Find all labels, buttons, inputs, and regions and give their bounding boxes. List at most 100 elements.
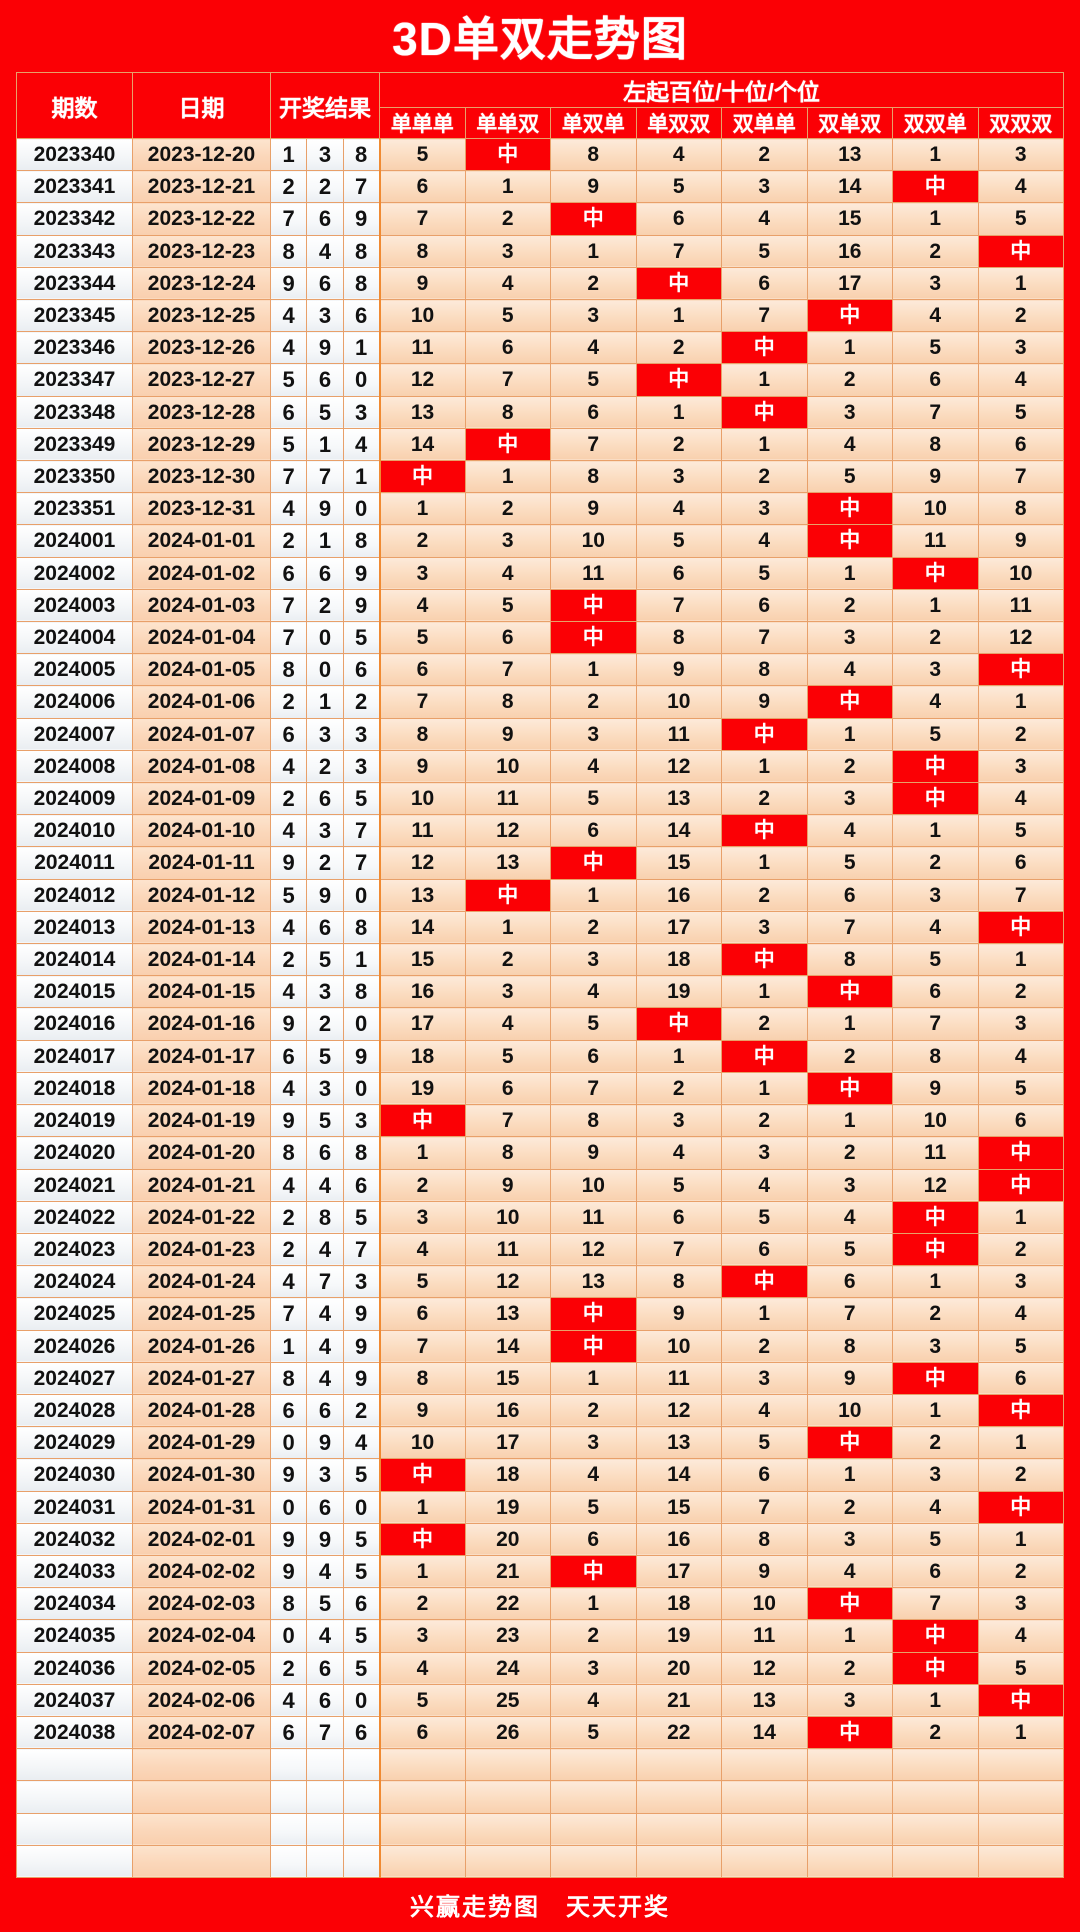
cell-miss-count: 5 <box>977 1329 1064 1363</box>
cell-miss-count: 16 <box>379 975 466 1009</box>
cell-ball-1: 9 <box>306 878 344 912</box>
cell-miss-count: 21 <box>464 1554 551 1589</box>
cell-miss-count: 8 <box>379 717 466 751</box>
cell-miss-count: 6 <box>977 1361 1064 1395</box>
cell-ball-2: 9 <box>342 1297 381 1331</box>
cell-miss-count: 4 <box>721 1168 808 1202</box>
cell-miss-count: 2 <box>892 846 979 880</box>
cell-blank <box>379 1812 466 1846</box>
cell-miss-count: 1 <box>806 556 893 590</box>
cell-ball-0: 0 <box>269 1426 308 1460</box>
cell-miss-count: 13 <box>635 782 722 816</box>
cell-miss-count: 4 <box>379 1232 466 1267</box>
cell-date: 2024-01-03 <box>132 588 271 623</box>
cell-miss-count: 19 <box>379 1071 466 1106</box>
cell-ball-1: 4 <box>306 1168 344 1202</box>
cell-miss-count: 16 <box>635 1522 722 1556</box>
cell-ball-1: 6 <box>306 363 344 397</box>
cell-miss-count: 14 <box>635 814 722 848</box>
cell-issue: 2024032 <box>16 1522 133 1556</box>
cell-ball-0: 2 <box>269 170 308 204</box>
cell-miss-count: 7 <box>379 685 466 719</box>
table-row: 2024038 2024-02-07 6 7 6 6 26 5 22 14 中 2 1 <box>16 1715 1064 1750</box>
cell-hit-marker: 中 <box>721 331 808 365</box>
cell-miss-count: 9 <box>379 749 466 784</box>
column-header-group: 左起百位/十位/个位 <box>379 72 1064 108</box>
cell-ball-1: 5 <box>306 1587 344 1621</box>
cell-miss-count: 7 <box>550 427 637 462</box>
cell-miss-count: 10 <box>379 299 466 333</box>
cell-issue: 2023340 <box>16 137 133 172</box>
cell-miss-count: 5 <box>379 1265 466 1299</box>
cell-miss-count: 1 <box>977 943 1064 977</box>
cell-ball-2: 3 <box>342 749 381 784</box>
cell-miss-count: 7 <box>806 1297 893 1331</box>
cell-date: 2024-01-04 <box>132 621 271 655</box>
cell-miss-count: 5 <box>379 1683 466 1717</box>
cell-miss-count: 6 <box>721 1232 808 1267</box>
cell-miss-count: 10 <box>806 1393 893 1428</box>
cell-blank <box>464 1780 551 1814</box>
cell-ball-1: 5 <box>306 395 344 429</box>
cell-blank <box>892 1844 979 1878</box>
cell-date: 2024-01-18 <box>132 1071 271 1106</box>
footer-text: 兴赢走势图 天天开奖 <box>410 1894 670 1922</box>
cell-blank <box>721 1812 808 1846</box>
cell-miss-count: 3 <box>721 492 808 526</box>
table-row: 2024009 2024-01-09 2 6 5 10 11 5 13 2 3 中 4 <box>16 782 1064 816</box>
cell-miss-count: 1 <box>635 1039 722 1073</box>
column-header-sub-3: 单双双 <box>635 107 722 139</box>
cell-ball-2: 0 <box>342 1683 381 1717</box>
table-row: 2024028 2024-01-28 6 6 2 9 16 2 12 4 10 1 中 <box>16 1393 1064 1428</box>
cell-miss-count: 10 <box>977 556 1064 590</box>
cell-miss-count: 14 <box>379 910 466 945</box>
cell-miss-count: 3 <box>635 460 722 494</box>
cell-miss-count: 3 <box>977 1007 1064 1041</box>
cell-ball-2: 5 <box>342 1651 381 1685</box>
cell-blank <box>306 1812 344 1846</box>
cell-ball-1: 0 <box>306 621 344 655</box>
cell-miss-count: 4 <box>977 782 1064 816</box>
cell-miss-count: 8 <box>550 460 637 494</box>
cell-ball-1: 9 <box>306 492 344 526</box>
cell-miss-count: 8 <box>635 621 722 655</box>
cell-ball-0: 4 <box>269 1071 308 1106</box>
cell-ball-2: 6 <box>342 1715 381 1750</box>
cell-miss-count: 17 <box>635 910 722 945</box>
cell-miss-count: 14 <box>379 427 466 462</box>
cell-issue: 2024023 <box>16 1232 133 1267</box>
cell-miss-count: 3 <box>721 910 808 945</box>
cell-ball-2: 7 <box>342 814 381 848</box>
cell-miss-count: 9 <box>635 653 722 687</box>
cell-hit-marker: 中 <box>721 943 808 977</box>
cell-issue: 2024015 <box>16 975 133 1009</box>
table-row: 2024024 2024-01-24 4 7 3 5 12 13 8 中 6 1 3 <box>16 1265 1064 1299</box>
cell-miss-count: 8 <box>892 1039 979 1073</box>
table-row: 2024035 2024-02-04 0 4 5 3 23 2 19 11 1 中 4 <box>16 1619 1064 1653</box>
table-row: 2023350 2023-12-30 7 7 1 中 1 8 3 2 5 9 7 <box>16 460 1064 494</box>
cell-miss-count: 5 <box>977 814 1064 848</box>
cell-hit-marker: 中 <box>892 749 979 784</box>
cell-miss-count: 10 <box>550 1168 637 1202</box>
cell-miss-count: 1 <box>977 1200 1064 1234</box>
cell-miss-count: 5 <box>379 137 466 172</box>
cell-hit-marker: 中 <box>379 1104 466 1138</box>
cell-miss-count: 10 <box>379 782 466 816</box>
cell-miss-count: 11 <box>977 588 1064 623</box>
cell-blank <box>977 1844 1064 1878</box>
cell-miss-count: 4 <box>977 1619 1064 1653</box>
column-header-sub-4: 双单单 <box>721 107 808 139</box>
cell-miss-count: 1 <box>721 1297 808 1331</box>
table-row: 2024020 2024-01-20 8 6 8 1 8 9 4 3 2 11 中 <box>16 1136 1064 1170</box>
cell-miss-count: 6 <box>721 266 808 301</box>
cell-miss-count: 2 <box>464 202 551 236</box>
cell-ball-2: 0 <box>342 878 381 912</box>
cell-miss-count: 1 <box>464 460 551 494</box>
cell-miss-count: 7 <box>635 1232 722 1267</box>
cell-ball-1: 3 <box>306 814 344 848</box>
cell-miss-count: 5 <box>550 1007 637 1041</box>
cell-miss-count: 9 <box>721 685 808 719</box>
cell-blank <box>269 1748 308 1782</box>
column-header-result: 开奖结果 <box>270 72 380 139</box>
cell-hit-marker: 中 <box>977 1490 1064 1524</box>
